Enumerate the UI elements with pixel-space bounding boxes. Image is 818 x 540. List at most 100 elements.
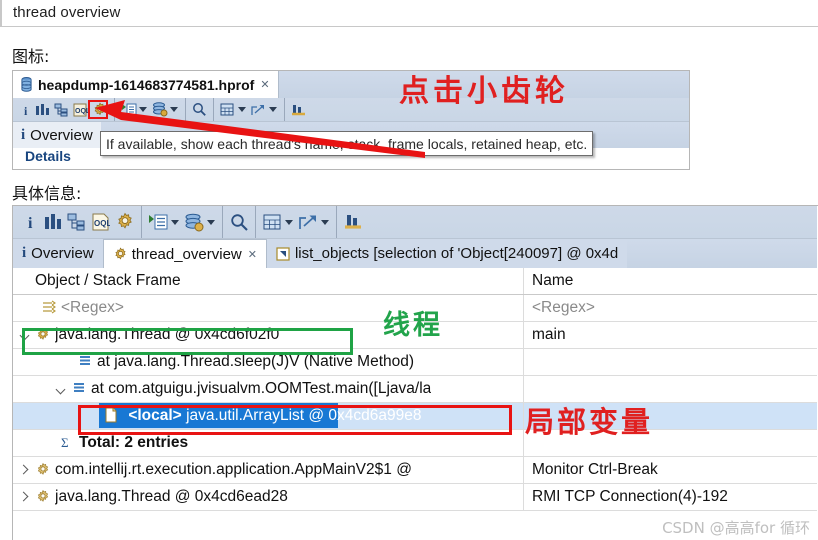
tree-cell-object[interactable]: java.lang.Thread @ 0x4cd6ead28 bbox=[13, 484, 523, 510]
tree-cell-object[interactable]: java.lang.Thread @ 0x4cd6f02f0 bbox=[13, 322, 523, 348]
tree-cell-name[interactable]: RMI TCP Connection(4)-192 bbox=[523, 484, 817, 510]
tree-cell-name[interactable]: Monitor Ctrl-Break bbox=[523, 457, 817, 483]
chevron-down-icon[interactable] bbox=[269, 107, 277, 112]
title-bar-left-edge bbox=[0, 0, 2, 27]
info-icon[interactable]: i bbox=[20, 103, 33, 117]
tab-overview-upper[interactable]: i Overview bbox=[13, 122, 101, 148]
filter-placeholder-object: <Regex> bbox=[61, 299, 124, 316]
calculator-icon[interactable] bbox=[218, 103, 237, 117]
column-header-object-stack-frame[interactable]: Object / Stack Frame bbox=[13, 268, 523, 294]
expand-collapse-icon[interactable] bbox=[19, 329, 31, 341]
row-object-label: at java.lang.Thread.sleep(J)V (Native Me… bbox=[97, 353, 415, 370]
row-object-label: java.lang.Thread @ 0x4cd6f02f0 bbox=[55, 326, 280, 343]
open-query-browser-icon[interactable] bbox=[119, 103, 138, 117]
filter-placeholder-name: <Regex> bbox=[532, 299, 595, 316]
toolbar-separator bbox=[141, 206, 142, 238]
row-local-keyword: <local> bbox=[128, 407, 182, 424]
toolbar-separator bbox=[255, 206, 256, 238]
thread-icon bbox=[35, 462, 51, 478]
local-var-icon bbox=[104, 407, 120, 423]
tab-heapdump[interactable]: heapdump-1614683774581.hprof ✕ bbox=[13, 71, 279, 98]
tree-cell-object[interactable]: com.intellij.rt.execution.application.Ap… bbox=[13, 457, 523, 483]
tree-cell-object[interactable]: at java.lang.Thread.sleep(J)V (Native Me… bbox=[13, 349, 523, 375]
annotation-local-text: 局部变量 bbox=[525, 405, 654, 439]
dominator-tree-icon[interactable] bbox=[64, 213, 88, 231]
gear-highlight-box bbox=[88, 100, 108, 119]
tree-cell-object[interactable]: <local> java.util.ArrayList @ 0x4cd6a99e… bbox=[13, 403, 523, 429]
tab-overview[interactable]: i Overview bbox=[13, 239, 103, 268]
close-icon[interactable]: ✕ bbox=[248, 248, 257, 261]
tab-list-objects-label: list_objects [selection of 'Object[24009… bbox=[294, 245, 619, 262]
table-row[interactable]: at java.lang.Thread.sleep(J)V (Native Me… bbox=[13, 349, 817, 376]
heapdump-tabstrip: heapdump-1614683774581.hprof ✕ bbox=[13, 71, 689, 98]
row-total-label: Total: 2 entries bbox=[79, 434, 189, 451]
table-row[interactable]: at com.atguigu.jvisualvm.OOMTest.main([L… bbox=[13, 376, 817, 403]
heapdump-icon bbox=[20, 77, 33, 92]
chevron-down-icon[interactable] bbox=[207, 219, 215, 225]
row-name-label: Monitor Ctrl-Break bbox=[532, 461, 658, 478]
filter-cell-name[interactable]: <Regex> bbox=[523, 295, 817, 321]
export-icon[interactable] bbox=[249, 103, 268, 117]
compare-icon[interactable] bbox=[289, 103, 308, 117]
svg-text:i: i bbox=[24, 104, 28, 117]
filter-cell-object[interactable]: <Regex> bbox=[13, 295, 523, 321]
icons-section-label: 图标: bbox=[12, 47, 50, 66]
chevron-down-icon[interactable] bbox=[321, 219, 329, 225]
tree-cell-name[interactable] bbox=[523, 349, 817, 375]
stack-frame-icon bbox=[77, 354, 93, 370]
info-icon: i bbox=[22, 245, 27, 261]
info-icon[interactable]: i bbox=[23, 213, 40, 231]
toolbar-separator bbox=[185, 98, 186, 121]
chevron-down-icon[interactable] bbox=[171, 219, 179, 225]
open-query-browser-icon[interactable] bbox=[146, 213, 170, 231]
column-header-label: Object / Stack Frame bbox=[35, 272, 181, 289]
compare-icon[interactable] bbox=[341, 213, 365, 231]
expand-collapse-icon[interactable] bbox=[55, 383, 67, 395]
row-object-label: com.intellij.rt.execution.application.Ap… bbox=[55, 461, 412, 478]
watermark: CSDN @高高for 循环 bbox=[662, 519, 810, 537]
tab-list-objects[interactable]: list_objects [selection of 'Object[24009… bbox=[266, 239, 628, 268]
table-row[interactable]: java.lang.Thread @ 0x4cd6ead28 RMI TCP C… bbox=[13, 484, 817, 511]
thread-overview-gear-icon[interactable] bbox=[112, 212, 137, 232]
tree-cell-object[interactable]: at com.atguigu.jvisualvm.OOMTest.main([L… bbox=[13, 376, 523, 402]
regex-filter-icon bbox=[41, 300, 57, 316]
histogram-icon[interactable] bbox=[40, 213, 64, 231]
table-row[interactable]: <local> java.util.ArrayList @ 0x4cd6a99e… bbox=[13, 403, 817, 430]
table-row[interactable]: com.intellij.rt.execution.application.Ap… bbox=[13, 457, 817, 484]
stack-frame-icon bbox=[71, 381, 87, 397]
row-name-label: main bbox=[532, 326, 566, 343]
icons-panel-toolbar: i OQL bbox=[13, 98, 689, 122]
calculator-icon[interactable] bbox=[260, 213, 284, 231]
tab-thread-overview[interactable]: thread_overview ✕ bbox=[102, 239, 267, 268]
chevron-down-icon[interactable] bbox=[238, 107, 246, 112]
dominator-tree-icon[interactable] bbox=[52, 103, 71, 117]
toolbar-separator bbox=[213, 98, 214, 121]
list-objects-icon bbox=[276, 246, 290, 261]
inspect-icon[interactable] bbox=[182, 213, 206, 232]
document-title-bar: thread overview bbox=[0, 0, 818, 27]
row-object-label: java.lang.Thread @ 0x4cd6ead28 bbox=[55, 488, 288, 505]
details-link[interactable]: Details bbox=[25, 148, 71, 164]
histogram-icon[interactable] bbox=[33, 103, 52, 117]
chevron-down-icon[interactable] bbox=[170, 107, 178, 112]
search-icon[interactable] bbox=[190, 102, 209, 117]
search-icon[interactable] bbox=[227, 213, 251, 232]
gear-icon bbox=[113, 246, 128, 262]
expand-collapse-icon[interactable] bbox=[19, 464, 31, 476]
column-header-name[interactable]: Name bbox=[523, 268, 817, 294]
details-screenshot-panel: i OQL i Overview thread_overview ✕ list_… bbox=[12, 205, 818, 540]
expand-collapse-icon[interactable] bbox=[19, 491, 31, 503]
column-header-label: Name bbox=[532, 272, 574, 289]
chevron-down-icon[interactable] bbox=[285, 219, 293, 225]
oql-icon[interactable]: OQL bbox=[88, 213, 112, 231]
info-icon: i bbox=[21, 126, 26, 143]
details-section-label: 具体信息: bbox=[12, 184, 82, 203]
inspect-icon[interactable] bbox=[150, 102, 169, 117]
tree-cell-name[interactable]: main bbox=[523, 322, 817, 348]
tab-heapdump-label: heapdump-1614683774581.hprof bbox=[38, 76, 255, 93]
export-icon[interactable] bbox=[296, 213, 320, 231]
toolbar-separator bbox=[336, 206, 337, 238]
close-icon[interactable]: ✕ bbox=[260, 78, 269, 91]
svg-text:OQL: OQL bbox=[75, 108, 88, 115]
chevron-down-icon[interactable] bbox=[139, 107, 147, 112]
